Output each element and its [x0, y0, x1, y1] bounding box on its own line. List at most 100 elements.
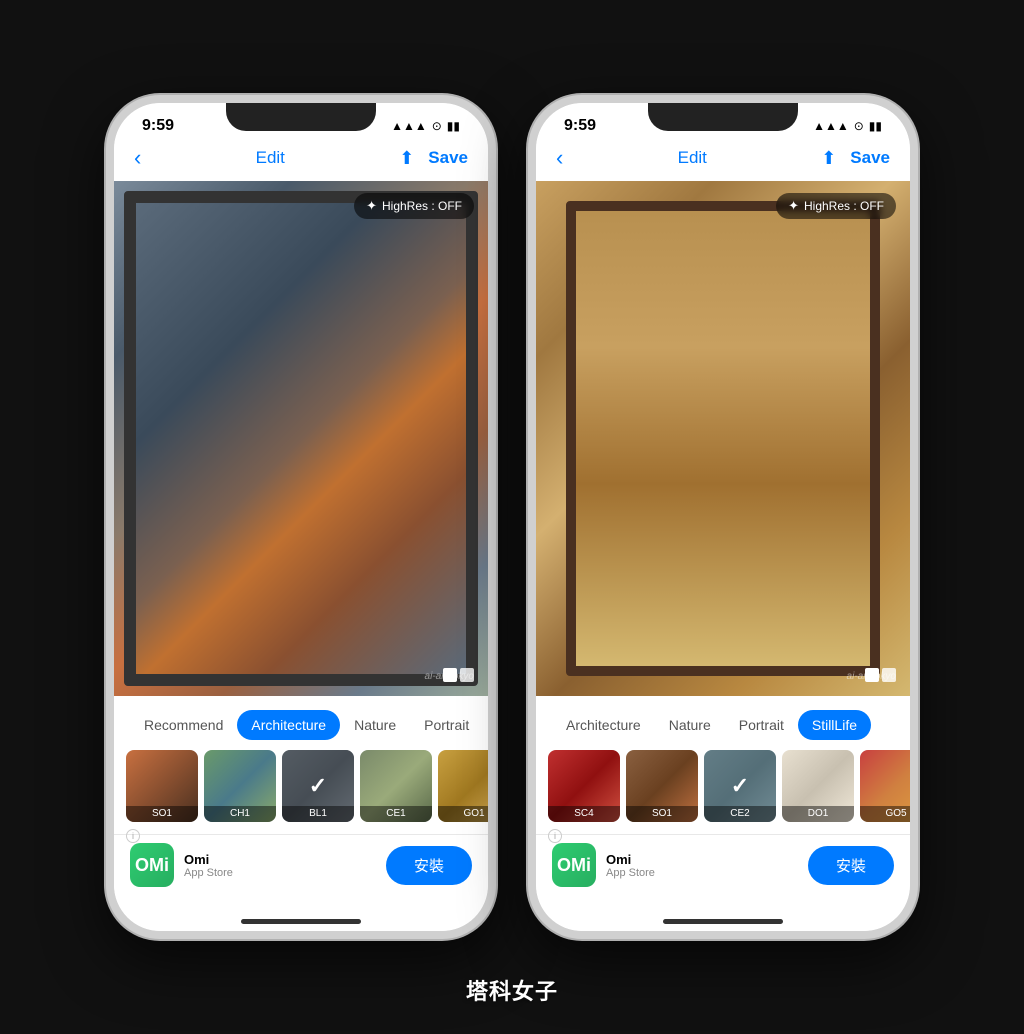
nav-bar-left: ‹ Edit ⬆ Save	[114, 139, 488, 181]
ad-banner-right: i OMi Omi App Store 安裝	[536, 834, 910, 895]
home-indicator-left	[114, 911, 488, 931]
back-button-left[interactable]: ‹	[134, 145, 141, 171]
status-icons-right: ▲▲▲ ⊙ ▮▮	[813, 119, 882, 133]
thumb-label-sc4-right: SC4	[548, 806, 620, 822]
thumb-go5-right[interactable]: GO5	[860, 750, 910, 822]
view-sq2-right[interactable]	[882, 668, 896, 682]
tab-architecture-right[interactable]: Architecture	[552, 710, 655, 740]
ad-info-icon-right: i	[548, 829, 562, 843]
thumb-label-ce2-right: CE2	[704, 806, 776, 822]
thumb-so1-left[interactable]: SO1	[126, 750, 198, 822]
thumb-label-ch1-left: CH1	[204, 806, 276, 822]
image-area-left: ✦ HighRes : OFF	[114, 181, 488, 696]
highres-icon-right: ✦	[788, 198, 799, 214]
ad-info-icon-left: i	[126, 829, 140, 843]
highres-label-right: HighRes : OFF	[804, 199, 884, 213]
scene: 9:59 ▲▲▲ ⊙ ▮▮ ‹ Edit ⬆ Save	[0, 0, 1024, 1034]
thumb-label-ce1-left: CE1	[360, 806, 432, 822]
ad-text-right: Omi App Store	[606, 852, 655, 879]
home-bar-left	[241, 919, 361, 924]
tab-stilllife-right[interactable]: StillLife	[798, 710, 871, 740]
highres-badge-right[interactable]: ✦ HighRes : OFF	[776, 193, 896, 219]
thumb-label-bl1-left: BL1	[282, 806, 354, 822]
ad-banner-inner-right: i OMi Omi App Store	[552, 843, 798, 887]
highres-label-left: HighRes : OFF	[382, 199, 462, 213]
thumb-row-left: SO1 CH1 BL1 CE1	[114, 750, 488, 834]
battery-icon-right: ▮▮	[869, 119, 882, 133]
tab-nature-right[interactable]: Nature	[655, 710, 725, 740]
save-button-right[interactable]: Save	[850, 148, 890, 168]
tab-recommend-left[interactable]: Recommend	[130, 710, 237, 740]
notch-right	[648, 103, 798, 131]
omi-logo-right: OMi	[552, 843, 596, 887]
signal-icon-right: ▲▲▲	[813, 119, 849, 133]
share-button-right[interactable]: ⬆	[821, 148, 836, 169]
battery-icon-left: ▮▮	[447, 119, 460, 133]
home-bar-right	[663, 919, 783, 924]
ad-store-left: App Store	[184, 867, 233, 879]
view-sq1-right[interactable]	[865, 668, 879, 682]
thumb-label-go5-right: GO5	[860, 806, 910, 822]
thumb-ce1-left[interactable]: CE1	[360, 750, 432, 822]
watermark: 塔科女子	[466, 974, 558, 1006]
tab-portrait-left[interactable]: Portrait	[410, 710, 483, 740]
edit-title-left: Edit	[256, 148, 285, 168]
ad-banner-left: i OMi Omi App Store 安裝	[114, 834, 488, 895]
style-tabs-left: Recommend Architecture Nature Portrait	[114, 696, 488, 750]
style-tabs-right: Architecture Nature Portrait StillLife	[536, 696, 910, 750]
phone-right: 9:59 ▲▲▲ ⊙ ▮▮ ‹ Edit ⬆ Save	[528, 95, 918, 939]
thumb-do1-right[interactable]: DO1	[782, 750, 854, 822]
thumb-label-do1-right: DO1	[782, 806, 854, 822]
bottom-panel-left: Recommend Architecture Nature Portrait S…	[114, 696, 488, 911]
back-button-right[interactable]: ‹	[556, 145, 563, 171]
ad-banner-inner-left: i OMi Omi App Store	[130, 843, 376, 887]
ad-app-name-left: Omi	[184, 852, 233, 867]
wifi-icon-right: ⊙	[854, 119, 864, 133]
screen-left: 9:59 ▲▲▲ ⊙ ▮▮ ‹ Edit ⬆ Save	[114, 103, 488, 931]
install-button-right[interactable]: 安裝	[808, 846, 894, 885]
thumb-bl1-left[interactable]: BL1	[282, 750, 354, 822]
ad-app-name-right: Omi	[606, 852, 655, 867]
save-button-left[interactable]: Save	[428, 148, 468, 168]
thumb-sc4-right[interactable]: SC4	[548, 750, 620, 822]
nav-right-left: ⬆ Save	[399, 148, 468, 169]
thumb-go1-left[interactable]: GO1	[438, 750, 488, 822]
tab-nature-left[interactable]: Nature	[340, 710, 410, 740]
painting-right	[536, 181, 910, 696]
image-area-right: ✦ HighRes : OFF	[536, 181, 910, 696]
ad-store-right: App Store	[606, 867, 655, 879]
install-button-left[interactable]: 安裝	[386, 846, 472, 885]
painting-left	[114, 181, 488, 696]
view-sq1-left[interactable]	[443, 668, 457, 682]
tab-portrait-right[interactable]: Portrait	[725, 710, 798, 740]
thumb-label-so1-right: SO1	[626, 806, 698, 822]
nav-right-right: ⬆ Save	[821, 148, 890, 169]
signal-icon-left: ▲▲▲	[391, 119, 427, 133]
thumb-ch1-left[interactable]: CH1	[204, 750, 276, 822]
status-icons-left: ▲▲▲ ⊙ ▮▮	[391, 119, 460, 133]
tab-architecture-left[interactable]: Architecture	[237, 710, 340, 740]
highres-icon-left: ✦	[366, 198, 377, 214]
highres-badge-left[interactable]: ✦ HighRes : OFF	[354, 193, 474, 219]
edit-title-right: Edit	[678, 148, 707, 168]
thumb-ce2-right[interactable]: CE2	[704, 750, 776, 822]
notch-left	[226, 103, 376, 131]
thumb-label-go1-left: GO1	[438, 806, 488, 822]
view-toggle-left[interactable]	[443, 668, 474, 682]
status-time-right: 9:59	[564, 117, 596, 135]
view-sq2-left[interactable]	[460, 668, 474, 682]
view-toggle-right[interactable]	[865, 668, 896, 682]
home-indicator-right	[536, 911, 910, 931]
share-button-left[interactable]: ⬆	[399, 148, 414, 169]
thumb-so1-right[interactable]: SO1	[626, 750, 698, 822]
status-time-left: 9:59	[142, 117, 174, 135]
omi-logo-left: OMi	[130, 843, 174, 887]
nav-bar-right: ‹ Edit ⬆ Save	[536, 139, 910, 181]
screen-right: 9:59 ▲▲▲ ⊙ ▮▮ ‹ Edit ⬆ Save	[536, 103, 910, 931]
thumb-row-right: SC4 SO1 CE2 DO1	[536, 750, 910, 834]
ad-text-left: Omi App Store	[184, 852, 233, 879]
wifi-icon-left: ⊙	[432, 119, 442, 133]
phone-left: 9:59 ▲▲▲ ⊙ ▮▮ ‹ Edit ⬆ Save	[106, 95, 496, 939]
bottom-panel-right: Architecture Nature Portrait StillLife S…	[536, 696, 910, 911]
thumb-label-so1-left: SO1	[126, 806, 198, 822]
